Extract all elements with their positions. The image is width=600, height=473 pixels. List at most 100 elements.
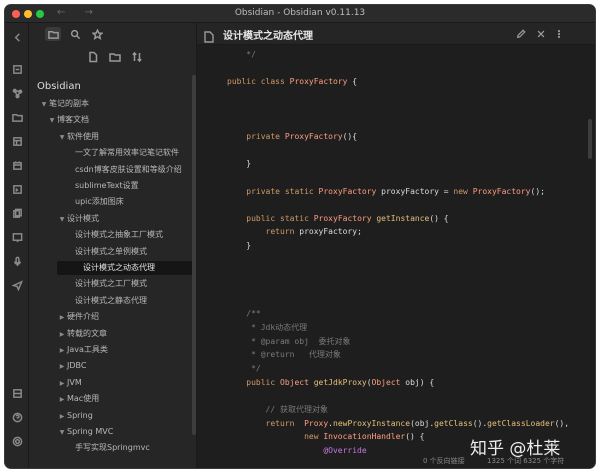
tab-search[interactable] bbox=[67, 27, 83, 41]
tree-item-label: Spring MVC bbox=[67, 427, 114, 436]
tree-folder[interactable]: ▼ 笔记的副本 bbox=[29, 97, 197, 111]
title-bar: ← → Obsidian - Obsidian v0.11.13 bbox=[5, 5, 595, 23]
tree-file[interactable]: 设计模式之工厂模式 bbox=[29, 277, 197, 291]
sort-button[interactable] bbox=[129, 49, 145, 65]
close-pane-icon[interactable] bbox=[535, 28, 547, 40]
chevron-right-icon[interactable]: ▶ bbox=[57, 393, 67, 407]
tree-folder[interactable]: ▼ 软件使用 bbox=[29, 130, 197, 144]
code-line: return Proxy.newProxyInstance(obj.getCla… bbox=[265, 418, 570, 428]
tree-file[interactable]: 设计模式之静态代理 bbox=[29, 294, 197, 308]
tree-item-label: csdn博客皮肤设置和等级介绍 bbox=[75, 164, 182, 174]
editor-pane: 设计模式之动态代理 */ public class ProxyFactory { … bbox=[197, 23, 595, 468]
editor-scrollbar[interactable] bbox=[588, 119, 592, 159]
vault-name[interactable]: Obsidian bbox=[37, 81, 81, 92]
code-line: // 获取代理对象 bbox=[227, 404, 328, 414]
new-note-button[interactable] bbox=[85, 49, 101, 65]
code-line: */ bbox=[227, 363, 261, 373]
window-title: Obsidian - Obsidian v0.11.13 bbox=[234, 8, 366, 18]
chevron-down-icon[interactable]: ▼ bbox=[57, 426, 67, 440]
tree-item-label: 一文了解常用效率记笔记软件 bbox=[75, 148, 179, 158]
tree-folder[interactable]: ▶ JVM bbox=[29, 376, 197, 390]
code-line: new InvocationHandler() { bbox=[304, 432, 425, 442]
open-folder-icon[interactable] bbox=[11, 111, 23, 123]
tree-item-label: 设计模式之静态代理 bbox=[75, 295, 147, 305]
tree-folder[interactable]: ▼ 设计模式 bbox=[29, 212, 197, 226]
code-line: * @param obj 委托对象 bbox=[227, 336, 351, 346]
tree-folder[interactable]: ▶ Java工具类 bbox=[29, 343, 197, 357]
tree-item-label: 转载的文章 bbox=[67, 328, 107, 338]
chevron-right-icon[interactable]: ▶ bbox=[57, 410, 67, 424]
tree-folder[interactable]: ▼ Spring MVC bbox=[29, 425, 197, 439]
tree-file[interactable]: 设计模式之单例模式 bbox=[29, 245, 197, 259]
chevron-down-icon[interactable]: ▼ bbox=[57, 131, 67, 145]
tree-item-label: 设计模式之单例模式 bbox=[75, 246, 147, 256]
tree-file[interactable]: 设计模式之动态代理 bbox=[57, 261, 193, 275]
tree-item-label: 笔记的副本 bbox=[49, 99, 89, 108]
copy-icon[interactable] bbox=[11, 207, 23, 219]
sidebar-tabs bbox=[29, 23, 197, 45]
tree-item-label: 设计模式之工厂模式 bbox=[75, 279, 147, 289]
templates-icon[interactable] bbox=[11, 135, 23, 147]
chevron-right-icon[interactable]: ▶ bbox=[57, 344, 67, 358]
microphone-icon[interactable] bbox=[11, 255, 23, 267]
tree-item-label: 手写实现Springmvc bbox=[75, 443, 150, 453]
publish-icon[interactable] bbox=[11, 279, 23, 291]
tree-file[interactable]: csdn博客皮肤设置和等级介绍 bbox=[29, 163, 197, 177]
code-line: * Jdk动态代理 bbox=[227, 323, 308, 332]
chevron-right-icon[interactable]: ▶ bbox=[57, 328, 67, 342]
tree-item-label: JDBC bbox=[67, 361, 87, 371]
graph-view-icon[interactable] bbox=[11, 87, 23, 99]
settings-icon[interactable] bbox=[11, 435, 23, 447]
command-palette-icon[interactable] bbox=[11, 183, 23, 195]
slides-icon[interactable] bbox=[11, 231, 23, 243]
help-icon[interactable] bbox=[11, 411, 23, 423]
code-block[interactable]: */ public class ProxyFactory { private Pr… bbox=[197, 45, 585, 454]
chevron-down-icon[interactable]: ▼ bbox=[47, 114, 57, 128]
tab-starred[interactable] bbox=[89, 27, 105, 41]
chevron-down-icon[interactable]: ▼ bbox=[39, 98, 49, 112]
chevron-right-icon[interactable]: ▶ bbox=[57, 360, 67, 374]
tree-folder[interactable]: ▶ Mac使用 bbox=[29, 392, 197, 406]
backlinks-count[interactable]: 0 个反向链接 bbox=[423, 454, 465, 468]
tree-item-label: 硬件介绍 bbox=[67, 312, 99, 322]
tree-folder[interactable]: ▶ Spring bbox=[29, 409, 197, 423]
document-title[interactable]: 设计模式之动态代理 bbox=[223, 27, 313, 42]
tree-item-label: 博客文档 bbox=[57, 115, 89, 125]
tree-file[interactable]: upic添加图床 bbox=[29, 195, 197, 209]
tree-file[interactable]: 一文了解常用效率记笔记软件 bbox=[29, 146, 197, 160]
tree-item-label: 设计模式之动态代理 bbox=[83, 263, 155, 272]
collapse-sidebar-icon[interactable] bbox=[11, 31, 23, 43]
code-line: * @return 代理对象 bbox=[227, 350, 341, 360]
chevron-down-icon[interactable]: ▼ bbox=[57, 213, 67, 227]
file-explorer-sidebar: Obsidian ▼ 笔记的副本 ▼ 博客文档 ▼ 软件使用 一文了解常用效率记笔记软件 cs… bbox=[29, 23, 197, 468]
code-line: private ProxyFactory(){ bbox=[246, 131, 358, 141]
tree-item-label: Spring bbox=[67, 410, 93, 420]
tab-file-explorer[interactable] bbox=[45, 27, 61, 41]
tree-folder[interactable]: ▶ 转载的文章 bbox=[29, 327, 197, 341]
app-window: ← → Obsidian - Obsidian v0.11.13 Obsidia… bbox=[5, 5, 595, 468]
more-options-icon[interactable] bbox=[553, 28, 565, 40]
code-line: public class ProxyFactory { bbox=[227, 77, 358, 87]
code-line: public static ProxyFactory getInstance()… bbox=[246, 213, 449, 223]
new-folder-button[interactable] bbox=[107, 49, 123, 65]
chevron-right-icon[interactable]: ▶ bbox=[57, 377, 67, 391]
tree-file[interactable]: 手写实现Springmvc bbox=[29, 441, 197, 455]
quick-switcher-icon[interactable] bbox=[11, 63, 23, 75]
tree-item-label: upic添加图床 bbox=[75, 197, 124, 207]
vault-switcher-icon[interactable] bbox=[11, 387, 23, 399]
tree-item-label: sublimeText设置 bbox=[75, 181, 139, 190]
chevron-right-icon[interactable]: ▶ bbox=[57, 311, 67, 325]
tree-folder[interactable]: ▼ 博客文档 bbox=[29, 113, 197, 127]
edit-icon[interactable] bbox=[515, 28, 527, 40]
code-line: private static ProxyFactory proxyFactory… bbox=[246, 186, 545, 196]
daily-note-icon[interactable] bbox=[11, 159, 23, 171]
code-line: /** bbox=[227, 309, 261, 319]
code-line: */ bbox=[227, 50, 256, 59]
code-line: } bbox=[227, 241, 252, 251]
tree-folder[interactable]: ▶ 硬件介绍 bbox=[29, 310, 197, 324]
sidebar-scrollbar[interactable] bbox=[192, 75, 196, 435]
tree-file[interactable]: 设计模式之抽象工厂模式 bbox=[29, 228, 197, 242]
tree-folder[interactable]: ▶ JDBC bbox=[29, 359, 197, 373]
editor-header: 设计模式之动态代理 bbox=[197, 23, 595, 45]
tree-file[interactable]: sublimeText设置 bbox=[29, 179, 197, 193]
